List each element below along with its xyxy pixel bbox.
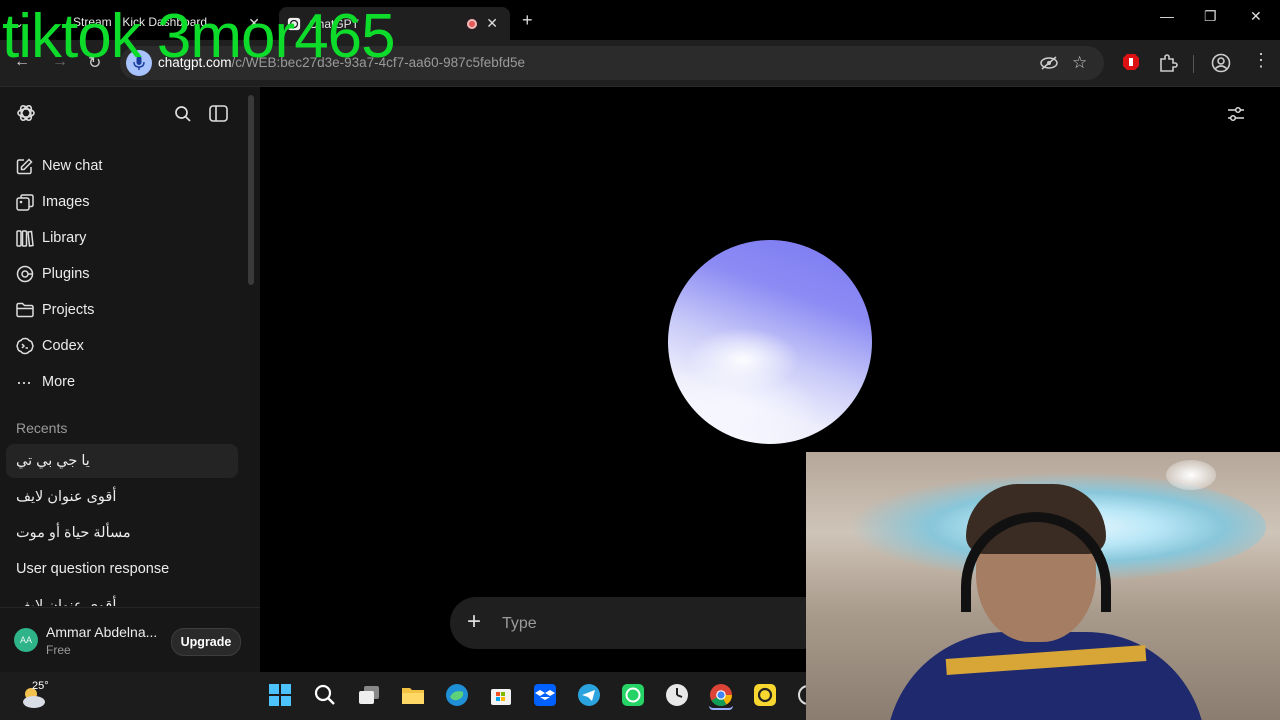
voice-orb[interactable] [668,240,872,444]
recent-chat-title: User question response [16,561,170,577]
more-icon: ··· [16,371,32,392]
sidebar-item-label: More [42,374,76,390]
plugins-icon [16,265,42,283]
sidebar-item-label: New chat [42,158,103,174]
sidebar-item-images[interactable]: Images [0,185,240,219]
sidebar-item-library[interactable]: Library [0,221,240,255]
kebab-menu-icon[interactable]: ⋮ [1252,51,1270,69]
user-name: Ammar Abdelna... [46,624,158,640]
message-input[interactable] [500,610,804,638]
close-tab-icon[interactable]: ✕ [486,15,498,32]
recents-heading: Recents [16,420,68,436]
person-shirt [886,632,1206,720]
recent-chat-title: مسألة حياة أو موت [16,525,131,541]
images-icon [16,193,42,211]
yellow-app-icon[interactable] [752,682,778,708]
ceiling-lamp [1166,460,1216,490]
recent-chat-title: أقوى عنوان لايف [16,489,117,505]
sidebar-item-label: Projects [42,302,95,318]
star-icon[interactable]: ☆ [1072,53,1087,73]
plus-icon[interactable]: + [467,608,481,636]
eye-off-icon[interactable] [1040,55,1058,71]
recent-chat-title: يا جي بي تي [16,453,90,469]
webcam-overlay [806,452,1280,720]
sidebar-item-codex[interactable]: Codex [0,329,240,363]
whatsapp-icon[interactable] [620,682,646,708]
file-explorer-icon[interactable] [400,682,426,708]
recent-chat-item[interactable]: أقوى عنوان لايف [6,480,238,514]
recent-chat-item[interactable]: أقوى عنوان لايف [6,588,238,606]
sidebar-item-new-chat[interactable]: New chat [0,149,240,183]
restore-icon[interactable]: ❐ [1204,8,1217,25]
partial-app-icon[interactable] [795,682,806,708]
codex-icon [16,337,42,355]
sidebar-item-more[interactable]: ··· More [0,365,240,399]
telegram-icon[interactable] [576,682,602,708]
user-account-panel[interactable]: AA Ammar Abdelna... Free Upgrade [0,607,260,673]
clock-icon[interactable] [664,682,690,708]
temperature: 25° [32,680,49,692]
openai-logo-icon[interactable] [15,102,37,124]
dropbox-icon[interactable] [532,682,558,708]
windows-start-icon[interactable] [267,682,293,708]
minimize-icon[interactable]: — [1160,8,1174,24]
sidebar-item-label: Images [42,194,90,210]
search-icon[interactable] [174,105,192,123]
recent-chat-item[interactable]: مسألة حياة أو موت [6,516,238,550]
recent-chat-item[interactable]: يا جي بي تي [6,444,238,478]
stop-extension-icon[interactable] [1122,53,1140,71]
sidebar-item-label: Codex [42,338,84,354]
task-view-icon[interactable] [356,682,382,708]
sidebar-item-plugins[interactable]: Plugins [0,257,240,291]
sidebar-item-projects[interactable]: Projects [0,293,240,327]
sidebar: New chat Images Library Plugins Projects… [0,87,260,673]
sidebar-scrollbar[interactable] [248,95,254,285]
extensions-puzzle-icon[interactable] [1158,53,1178,73]
recording-indicator-icon [467,19,477,29]
sidebar-item-label: Plugins [42,266,90,282]
edit-icon [16,157,42,175]
recent-chat-item[interactable]: User question response [6,552,238,586]
avatar: AA [14,628,38,652]
recent-chat-title: أقوى عنوان لايف [16,598,117,606]
edge-icon[interactable] [444,682,470,708]
user-plan: Free [46,643,71,657]
toolbar-divider [1193,55,1194,73]
close-window-icon[interactable]: ✕ [1250,8,1262,25]
sidebar-toggle-icon[interactable] [209,105,228,122]
folder-icon [16,302,42,318]
microsoft-store-icon[interactable] [488,682,514,708]
upgrade-button[interactable]: Upgrade [171,628,241,656]
search-icon[interactable] [312,682,338,708]
library-icon [16,229,42,247]
sidebar-item-label: Library [42,230,87,246]
settings-sliders-icon[interactable] [1227,105,1245,123]
stream-watermark: tiktok 3mor465 [2,2,396,71]
chrome-icon[interactable] [708,682,734,708]
plus-icon[interactable]: + [522,10,533,31]
profile-icon[interactable] [1211,53,1231,73]
composer: + [450,597,830,649]
